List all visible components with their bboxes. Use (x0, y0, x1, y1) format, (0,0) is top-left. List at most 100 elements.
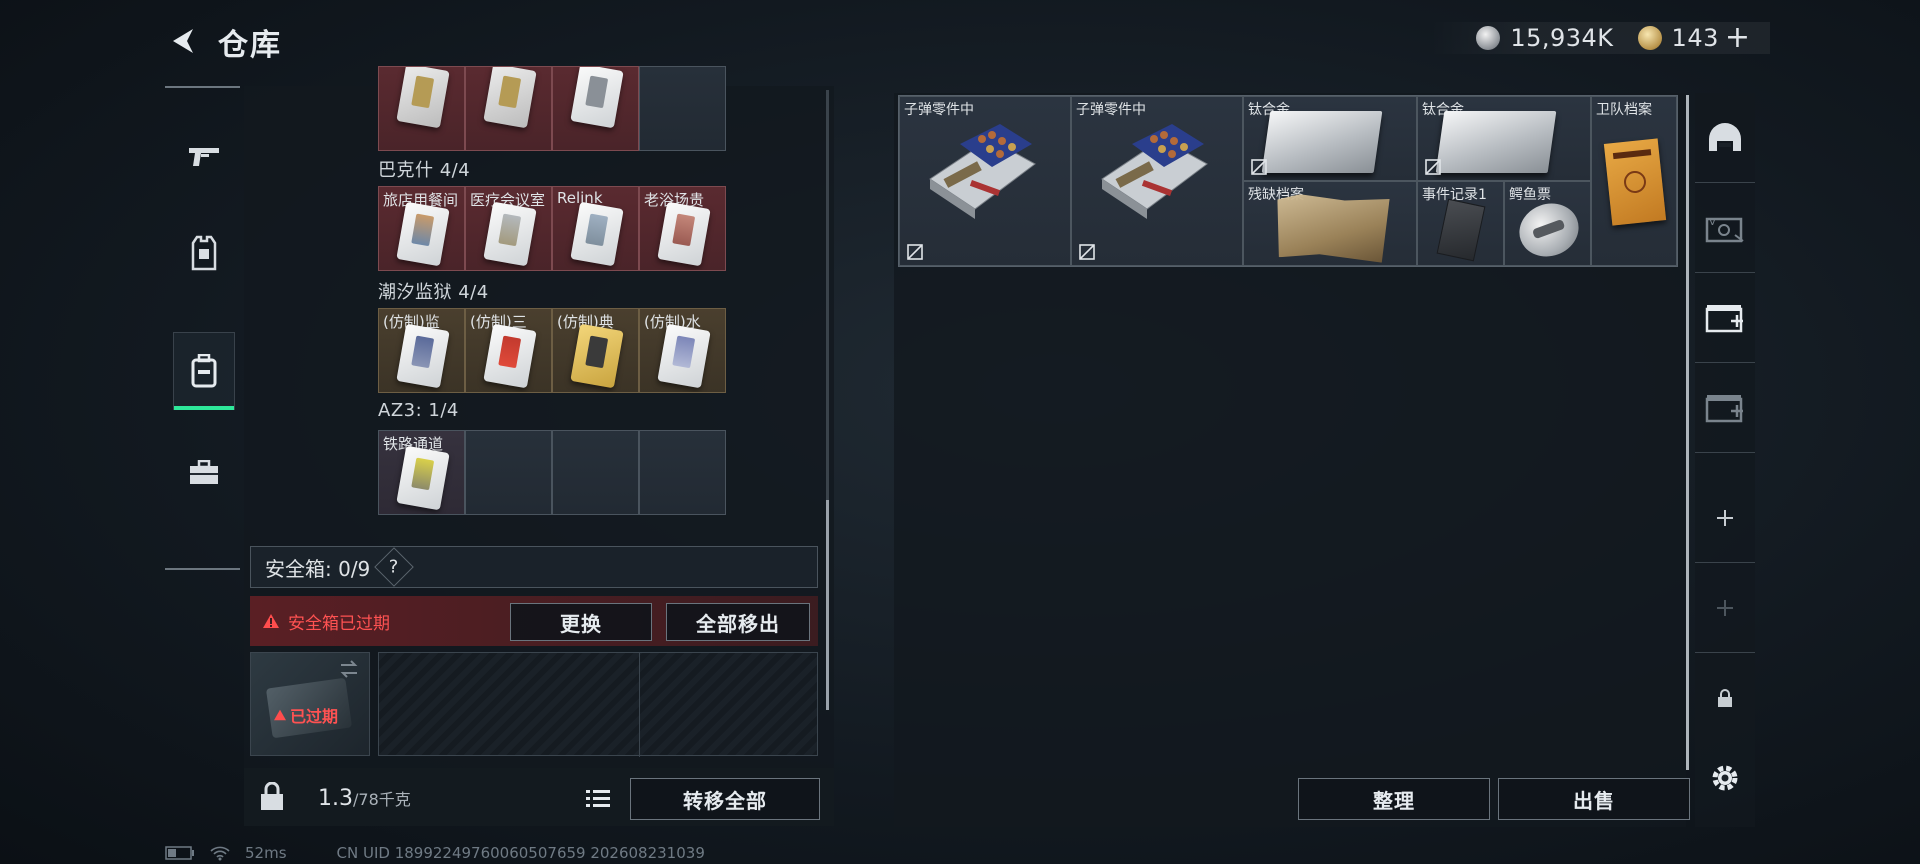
stash-item-event-record[interactable]: 事件记录1 (1417, 181, 1504, 266)
warning-icon (274, 709, 286, 721)
silver-coin-icon (1476, 26, 1501, 50)
lock-icon (1718, 689, 1732, 707)
no-return-icon (1251, 159, 1267, 175)
settings-icon (1712, 765, 1738, 791)
key-slot-empty[interactable] (639, 430, 726, 515)
safebox-slot[interactable]: 已过期 (250, 652, 370, 756)
notebook-image (1436, 198, 1486, 262)
ping: 52ms (245, 844, 287, 862)
nav-item-weapons[interactable] (173, 118, 235, 196)
warning-icon (263, 614, 279, 628)
guard-file-image (1603, 138, 1667, 226)
status-bar: 52ms CN UID 18992249760060507659 2026082… (165, 842, 705, 864)
replace-safebox-button[interactable]: 更换 (510, 603, 652, 641)
swap-icon (340, 660, 358, 678)
helmet-icon (1709, 122, 1741, 151)
list-view-button[interactable] (578, 780, 618, 816)
nav-storage-locked[interactable] (1695, 363, 1755, 453)
key-slot[interactable]: (仿制)监 (378, 308, 465, 393)
stash-item-fragment-file[interactable]: 残缺档案 (1243, 181, 1417, 266)
weight-lock-icon (261, 782, 283, 810)
transfer-all-button[interactable]: 转移全部 (630, 778, 820, 820)
gold-balance: 143 (1671, 24, 1719, 52)
sell-button[interactable]: 出售 (1498, 778, 1690, 820)
key-row-tidal-prison: (仿制)监 (仿制)三 (仿制)典 (仿制)水 (378, 308, 726, 393)
nav-storage-add[interactable] (1695, 273, 1755, 363)
storage-locked-icon (1705, 394, 1743, 422)
key-slot[interactable] (552, 66, 639, 151)
back-arrow-icon (173, 29, 193, 53)
stash-scrollbar[interactable] (1686, 95, 1689, 770)
ammo-parts-image (929, 124, 1036, 219)
storage-add-icon (1705, 304, 1743, 332)
storage-box-icon: V (1705, 217, 1744, 242)
nav-item-backpack[interactable] (173, 332, 235, 410)
key-row-az3: 铁路通道 (378, 430, 726, 515)
key-slot[interactable]: 医疗会议室 (465, 186, 552, 271)
ammo-parts-image (1101, 124, 1208, 219)
nav-add-storage-disabled[interactable] (1695, 563, 1755, 653)
no-return-icon (907, 244, 923, 260)
key-slot[interactable]: Relink (552, 186, 639, 271)
gun-icon (189, 148, 219, 166)
user-uid: CN UID 18992249760060507659 202608231039 (336, 844, 705, 862)
key-slot[interactable]: (仿制)水 (639, 308, 726, 393)
nav-lock[interactable] (1695, 653, 1755, 743)
svg-text:V: V (1709, 217, 1716, 228)
safebox-capacity: 安全箱: 0/9 (265, 556, 371, 581)
key-slot[interactable]: (仿制)典 (552, 308, 639, 393)
nav-helmet[interactable] (1695, 93, 1755, 183)
section-title-az3: AZ3: 1/4 (378, 400, 459, 421)
vest-icon (191, 235, 217, 271)
stash-item-titanium[interactable]: 钛合金 (1243, 96, 1417, 181)
no-return-icon (1079, 244, 1095, 260)
key-slot[interactable]: (仿制)三 (465, 308, 552, 393)
nav-settings[interactable] (1695, 733, 1755, 823)
key-slot-empty[interactable] (552, 430, 639, 515)
currency-bar: 15,934K 143 + (1430, 22, 1770, 54)
carry-weight: 1.3/78千克 (318, 786, 411, 811)
stash-side-nav: V (1695, 93, 1755, 827)
stash-item-ammo-parts[interactable]: 子弹零件中 (1071, 96, 1243, 266)
key-slot-empty[interactable] (639, 66, 726, 151)
stash-item-crocodile-ticket[interactable]: 鳄鱼票 (1504, 181, 1591, 266)
key-row-0 (378, 66, 726, 151)
crocodile-ticket-image (1511, 195, 1587, 265)
plus-icon (1717, 509, 1733, 526)
header: 仓库 15,934K 143 + (0, 0, 1920, 80)
key-slot[interactable] (465, 66, 552, 151)
key-slot-empty[interactable] (465, 430, 552, 515)
stash-item-titanium[interactable]: 钛合金 (1417, 96, 1591, 181)
nav-item-tools[interactable] (173, 434, 235, 512)
list-icon (586, 790, 610, 807)
no-return-icon (1425, 159, 1441, 175)
nav-storage-box[interactable]: V (1695, 183, 1755, 273)
help-icon[interactable]: ? (374, 547, 415, 587)
section-title-tidal-prison: 潮汐监狱 4/4 (378, 282, 489, 303)
silver-balance: 15,934K (1510, 24, 1614, 52)
stash-grid: 子弹零件中 子弹零件中 钛合金 钛合金 卫队档案 残缺档案 事件记录1 鳄鱼票 (898, 95, 1678, 267)
organize-button[interactable]: 整理 (1298, 778, 1490, 820)
stash-item-ammo-parts[interactable]: 子弹零件中 (899, 96, 1071, 266)
back-button[interactable] (164, 22, 202, 60)
safebox-grid (378, 652, 818, 757)
page-title: 仓库 (218, 28, 282, 63)
toolbox-icon (190, 460, 218, 484)
nav-item-armor[interactable] (173, 214, 235, 292)
key-slot[interactable]: 老浴场贵 (639, 186, 726, 271)
key-slot[interactable]: 旅店用餐间 (378, 186, 465, 271)
key-slot[interactable] (378, 66, 465, 151)
inventory-scroll-thumb[interactable] (826, 500, 829, 710)
titanium-plate-image (1435, 111, 1557, 173)
safebox-slot-status: 已过期 (273, 703, 338, 727)
key-slot[interactable]: 铁路通道 (378, 430, 465, 515)
fragment-file-image (1274, 193, 1389, 263)
nav-add-storage[interactable] (1695, 473, 1755, 563)
add-currency-button[interactable]: + (1725, 23, 1750, 53)
plus-faded-icon (1717, 599, 1733, 616)
stash-item-guard-file[interactable]: 卫队档案 (1591, 96, 1677, 266)
left-category-nav (165, 86, 240, 570)
remove-all-button[interactable]: 全部移出 (666, 603, 810, 641)
key-row-bakesh: 旅店用餐间 医疗会议室 Relink 老浴场贵 (378, 186, 726, 271)
section-title-bakesh: 巴克什 4/4 (378, 160, 471, 181)
